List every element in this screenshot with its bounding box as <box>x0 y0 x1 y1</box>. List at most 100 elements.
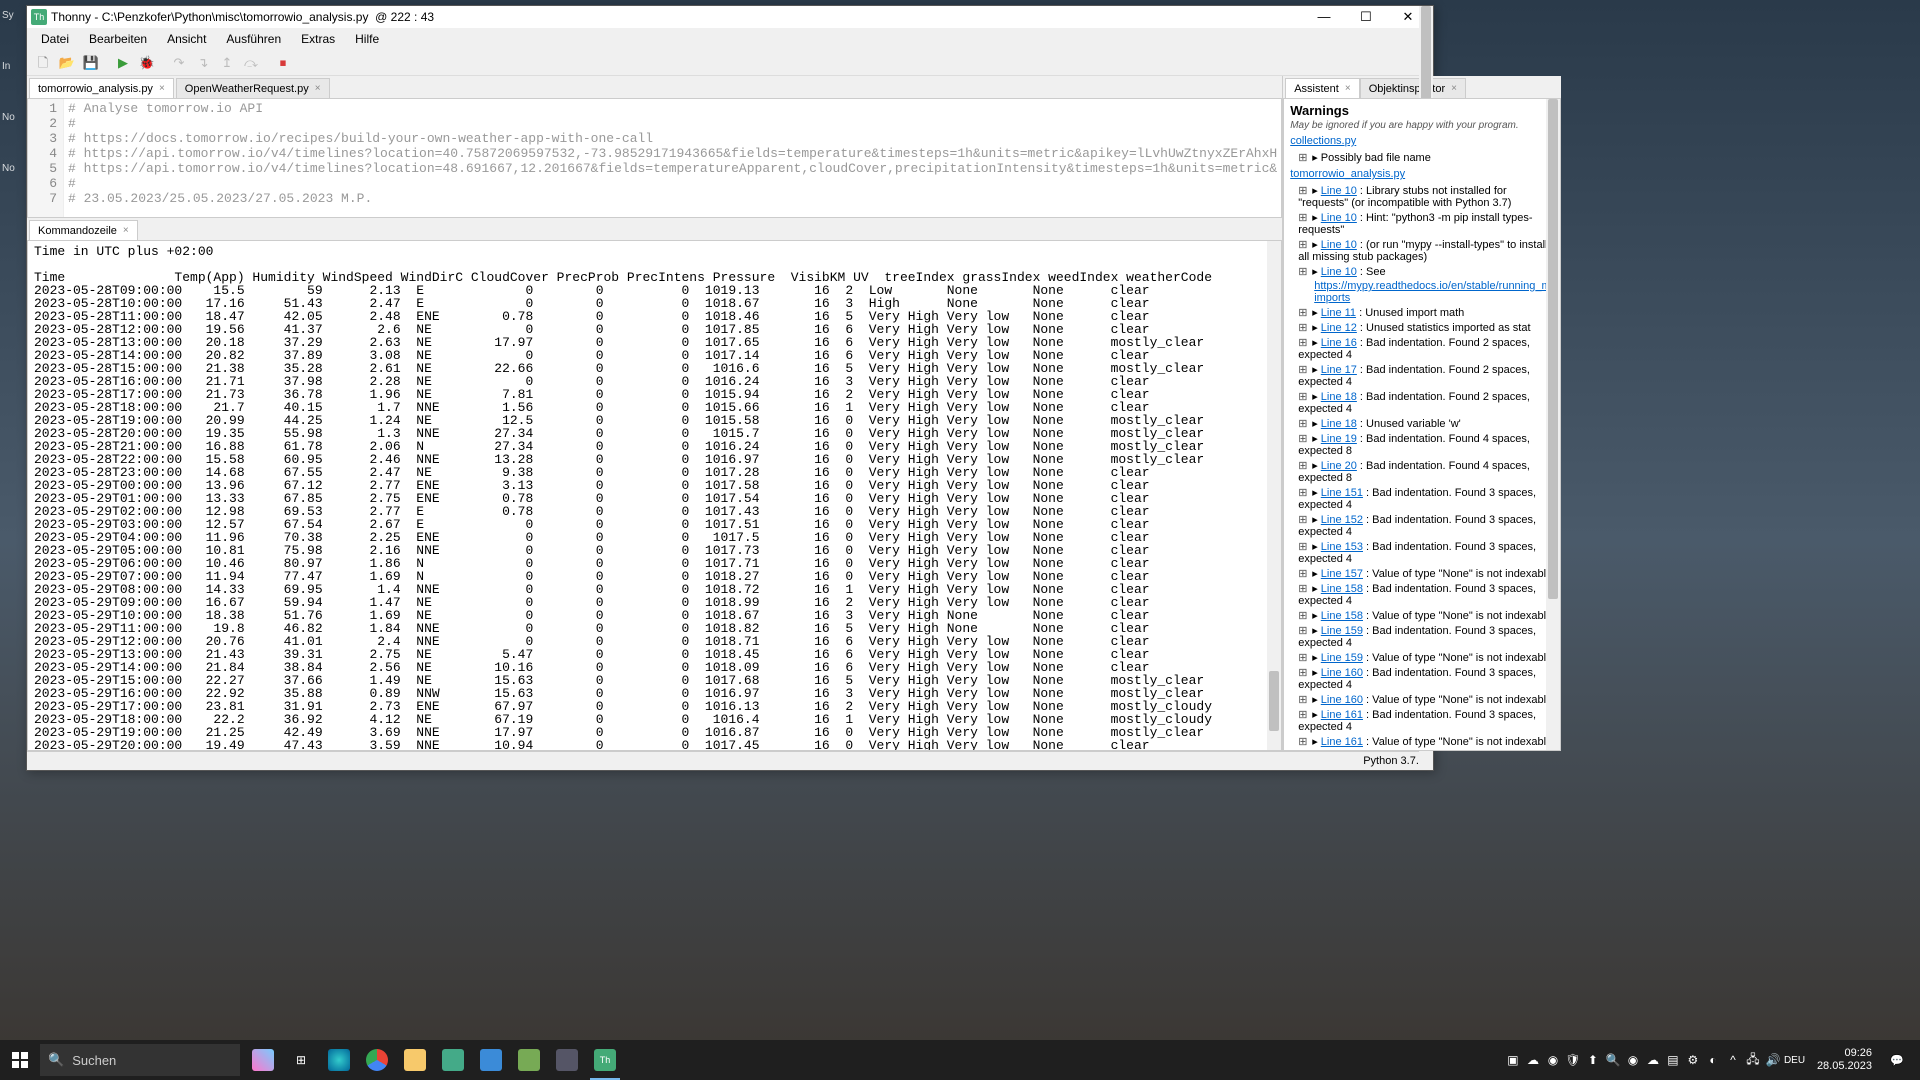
warning-item[interactable]: ⊞▸ Line 157 : Value of type "None" is no… <box>1298 567 1554 580</box>
assistant-panel[interactable]: WarningsMay be ignored if you are happy … <box>1283 98 1561 751</box>
taskbar-app-mail[interactable] <box>472 1040 510 1080</box>
taskbar-app-taskview[interactable]: ⊞ <box>282 1040 320 1080</box>
open-file-icon[interactable]: 📂 <box>58 54 76 72</box>
tray-icon[interactable]: 🛡 <box>1564 1053 1582 1067</box>
tray-icon[interactable]: ◉ <box>1624 1053 1642 1067</box>
taskbar-app-chrome[interactable] <box>358 1040 396 1080</box>
warning-item[interactable]: ⊞▸ Line 12 : Unused statistics imported … <box>1298 321 1554 334</box>
warning-item[interactable]: ⊞▸ Line 153 : Bad indentation. Found 3 s… <box>1298 540 1554 565</box>
tab-tomorrowio[interactable]: tomorrowio_analysis.py× <box>29 78 174 98</box>
shell-output[interactable]: Time in UTC plus +02:00 Time Temp(App) H… <box>27 240 1282 751</box>
menu-help[interactable]: Hilfe <box>345 30 389 48</box>
titlebar[interactable]: Th Thonny - C:\Penzkofer\Python\misc\tom… <box>27 6 1433 28</box>
step-into-icon[interactable]: ↴ <box>194 54 212 72</box>
step-over-icon[interactable]: ↷ <box>170 54 188 72</box>
close-icon[interactable]: × <box>123 225 129 236</box>
step-out-icon[interactable]: ↥ <box>218 54 236 72</box>
warning-item[interactable]: ⊞▸ Line 158 : Value of type "None" is no… <box>1298 609 1554 622</box>
warning-item[interactable]: ⊞▸ Line 10 : See <box>1298 265 1554 278</box>
warning-item[interactable]: ⊞▸ Line 18 : Bad indentation. Found 2 sp… <box>1298 390 1554 415</box>
warning-item[interactable]: ⊞▸ Line 10 : Library stubs not installed… <box>1298 184 1554 209</box>
stop-icon[interactable]: ⏹ <box>274 54 292 72</box>
tab-assistant[interactable]: Assistent× <box>1285 78 1359 98</box>
warning-item[interactable]: ⊞▸ Line 160 : Bad indentation. Found 3 s… <box>1298 666 1554 691</box>
warning-item[interactable]: ⊞▸ Line 17 : Bad indentation. Found 2 sp… <box>1298 363 1554 388</box>
menu-run[interactable]: Ausführen <box>216 30 291 48</box>
start-button[interactable] <box>0 1040 40 1080</box>
close-icon[interactable]: × <box>315 83 321 94</box>
resume-icon[interactable]: ⤼ <box>242 54 260 72</box>
warning-item[interactable]: ⊞▸ Line 159 : Value of type "None" is no… <box>1298 651 1554 664</box>
warnings-heading: Warnings <box>1290 103 1554 118</box>
menu-view[interactable]: Ansicht <box>157 30 216 48</box>
warning-item[interactable]: ⊞▸ Line 159 : Bad indentation. Found 3 s… <box>1298 624 1554 649</box>
warning-item[interactable]: ⊞▸ Line 18 : Unused variable 'w' <box>1298 417 1554 430</box>
taskbar-app-explorer[interactable] <box>396 1040 434 1080</box>
maximize-button[interactable]: ☐ <box>1345 7 1387 27</box>
file-link[interactable]: tomorrowio_analysis.py <box>1290 168 1554 180</box>
taskbar-app-other1[interactable] <box>510 1040 548 1080</box>
tray-notifications-icon[interactable]: 💬 <box>1878 1054 1916 1067</box>
taskbar-app-store[interactable] <box>434 1040 472 1080</box>
minimize-button[interactable]: — <box>1303 7 1345 27</box>
new-file-icon[interactable]: 🗋 <box>34 54 52 72</box>
taskbar-search[interactable]: 🔍 Suchen <box>40 1044 240 1076</box>
tray-icon[interactable]: ◉ <box>1544 1053 1562 1067</box>
tray-icon[interactable]: ▣ <box>1504 1053 1522 1067</box>
taskbar-app-other2[interactable] <box>548 1040 586 1080</box>
assistant-scrollbar[interactable] <box>1546 99 1560 750</box>
tray-icon[interactable]: ⚙ <box>1684 1053 1702 1067</box>
warning-item[interactable]: ⊞▸ Line 11 : Unused import math <box>1298 306 1554 319</box>
close-icon[interactable]: × <box>1345 83 1351 94</box>
warning-item[interactable]: ⊞▸ Line 158 : Bad indentation. Found 3 s… <box>1298 582 1554 607</box>
warning-item[interactable]: ⊞▸ Line 161 : Bad indentation. Found 3 s… <box>1298 708 1554 733</box>
tab-shell[interactable]: Kommandozeile× <box>29 220 138 240</box>
tray-icon[interactable]: ⬆ <box>1584 1053 1602 1067</box>
menu-file[interactable]: Datei <box>31 30 79 48</box>
tray-network-icon[interactable]: 🖧 <box>1744 1050 1762 1071</box>
code-editor[interactable]: 1234567 # Analyse tomorrow.io API # # ht… <box>27 98 1282 218</box>
warning-item[interactable]: ⊞▸ Line 19 : Bad indentation. Found 4 sp… <box>1298 432 1554 457</box>
scroll-thumb[interactable] <box>1548 99 1558 599</box>
desktop-icon[interactable]: No <box>2 112 24 123</box>
tray-icon[interactable]: ☁ <box>1644 1053 1662 1067</box>
warning-item[interactable]: ⊞▸ Line 162 : Bad indentation. Found 3 s… <box>1298 750 1554 751</box>
close-icon[interactable]: × <box>159 83 165 94</box>
menu-extras[interactable]: Extras <box>291 30 345 48</box>
desktop-icon[interactable]: In <box>2 61 24 72</box>
menu-edit[interactable]: Bearbeiten <box>79 30 157 48</box>
desktop-icon[interactable]: Sy <box>2 10 24 21</box>
tab-object-inspector[interactable]: Objektinspektor× <box>1360 78 1466 98</box>
tray-icon[interactable]: ☁ <box>1524 1053 1542 1067</box>
tray-volume-icon[interactable]: 🔊 <box>1764 1053 1782 1067</box>
tray-language-icon[interactable]: DEU <box>1784 1055 1802 1066</box>
taskbar-app-edge[interactable] <box>320 1040 358 1080</box>
file-link[interactable]: collections.py <box>1290 135 1554 147</box>
tray-icon[interactable]: 🔍 <box>1604 1053 1622 1067</box>
warning-item[interactable]: ⊞▸ Line 10 : Hint: "python3 -m pip insta… <box>1298 211 1554 236</box>
save-file-icon[interactable]: 💾 <box>82 54 100 72</box>
warning-item[interactable]: ⊞▸ Line 20 : Bad indentation. Found 4 sp… <box>1298 459 1554 484</box>
taskbar-app-thonny[interactable]: Th <box>586 1040 624 1080</box>
close-icon[interactable]: × <box>1451 83 1457 94</box>
warning-item[interactable]: ⊞▸ Line 16 : Bad indentation. Found 2 sp… <box>1298 336 1554 361</box>
shell-scrollbar[interactable] <box>1267 241 1281 750</box>
code-body[interactable]: # Analyse tomorrow.io API # # https://do… <box>64 99 1281 217</box>
tray-icon[interactable]: ▤ <box>1664 1053 1682 1067</box>
warning-item[interactable]: ⊞▸ Line 160 : Value of type "None" is no… <box>1298 693 1554 706</box>
warning-item[interactable]: ⊞▸ Line 10 : (or run "mypy --install-typ… <box>1298 238 1554 263</box>
warning-item[interactable]: ⊞▸ Possibly bad file name <box>1298 151 1554 164</box>
tray-clock[interactable]: 09:26 28.05.2023 <box>1811 1047 1878 1073</box>
tray-chevron-icon[interactable]: ^ <box>1724 1053 1742 1067</box>
scroll-thumb[interactable] <box>1269 671 1279 731</box>
tray-icon[interactable]: ◐ <box>1704 1053 1722 1067</box>
warning-item[interactable]: ⊞▸ Line 161 : Value of type "None" is no… <box>1298 735 1554 748</box>
warning-item[interactable]: ⊞▸ Line 151 : Bad indentation. Found 3 s… <box>1298 486 1554 511</box>
run-icon[interactable]: ▶ <box>114 54 132 72</box>
debug-icon[interactable]: 🐞 <box>138 54 156 72</box>
taskbar-app-cortana[interactable] <box>244 1040 282 1080</box>
mypy-link[interactable]: https://mypy.readthedocs.io/en/stable/ru… <box>1314 280 1554 304</box>
desktop-icon[interactable]: No <box>2 163 24 174</box>
warning-item[interactable]: ⊞▸ Line 152 : Bad indentation. Found 3 s… <box>1298 513 1554 538</box>
tab-openweather[interactable]: OpenWeatherRequest.py× <box>176 78 330 98</box>
